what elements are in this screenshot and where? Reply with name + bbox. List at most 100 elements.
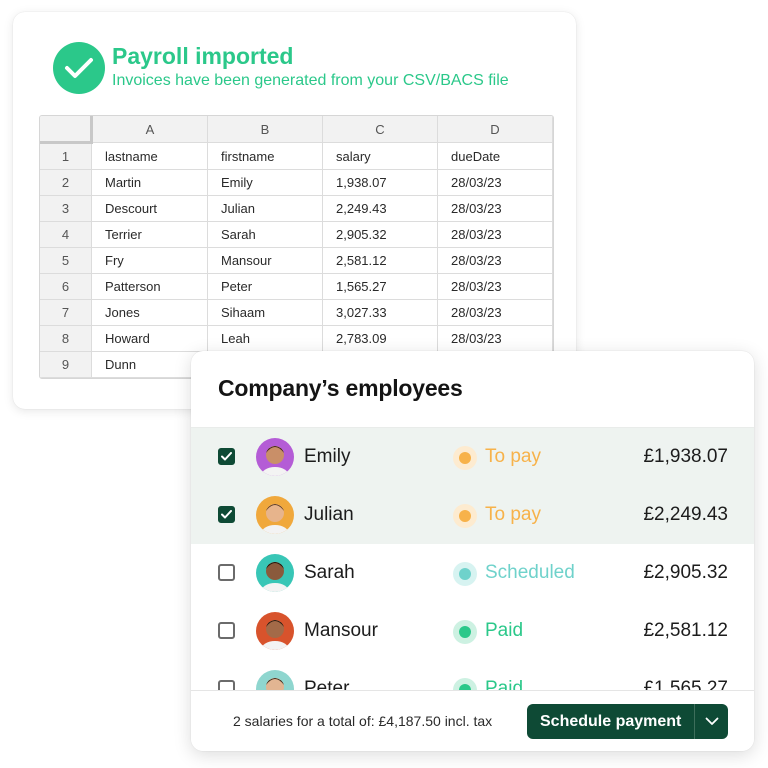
sheet-cell: 28/03/23 bbox=[437, 299, 553, 326]
salary-amount: £1,938.07 bbox=[643, 446, 728, 467]
sheet-cell: Jones bbox=[91, 299, 208, 326]
sheet-cell: Julian bbox=[207, 195, 323, 222]
checkmark-icon bbox=[53, 42, 105, 94]
import-subtitle: Invoices have been generated from your C… bbox=[112, 72, 509, 89]
employee-checkbox[interactable] bbox=[218, 564, 235, 581]
sheet-cell: 2,249.43 bbox=[322, 195, 438, 222]
sheet-row: 6 Patterson Peter 1,565.27 28/03/23 bbox=[40, 273, 553, 300]
row-number: 7 bbox=[40, 299, 92, 326]
employee-checkbox[interactable] bbox=[218, 448, 235, 465]
avatar bbox=[256, 612, 294, 650]
sheet-cell: salary bbox=[322, 142, 438, 170]
check-icon bbox=[221, 510, 232, 519]
sheet-cell: 2,783.09 bbox=[322, 325, 438, 352]
row-number: 3 bbox=[40, 195, 92, 222]
employee-checkbox[interactable] bbox=[218, 506, 235, 523]
import-title: Payroll imported bbox=[112, 43, 294, 69]
sheet-cell: 28/03/23 bbox=[437, 325, 553, 352]
employee-name: Julian bbox=[304, 504, 354, 525]
check-icon bbox=[221, 452, 232, 461]
sheet-row: 1 lastname firstname salary dueDate bbox=[40, 142, 553, 170]
sheet-corner-cell bbox=[40, 116, 93, 144]
payment-status: Scheduled bbox=[485, 562, 575, 583]
column-header: D bbox=[437, 116, 553, 143]
status-dot-icon bbox=[453, 620, 477, 644]
employee-name: Mansour bbox=[304, 620, 378, 641]
sheet-row: 7 Jones Sihaam 3,027.33 28/03/23 bbox=[40, 299, 553, 326]
avatar bbox=[256, 554, 294, 592]
sheet-cell: Peter bbox=[207, 273, 323, 300]
avatar bbox=[256, 670, 294, 692]
sheet-cell: Terrier bbox=[91, 221, 208, 248]
row-number: 4 bbox=[40, 221, 92, 248]
status-dot-icon bbox=[453, 562, 477, 586]
row-number: 5 bbox=[40, 247, 92, 274]
avatar bbox=[256, 496, 294, 534]
payment-options-dropdown-button[interactable] bbox=[695, 704, 728, 739]
spreadsheet-preview: A B C D 1 lastname firstname salary dueDate 2… bbox=[39, 115, 554, 379]
sheet-cell: Descourt bbox=[91, 195, 208, 222]
row-number: 1 bbox=[40, 142, 92, 170]
sheet-cell: Sarah bbox=[207, 221, 323, 248]
status-dot-icon bbox=[453, 504, 477, 528]
payment-status: To pay bbox=[485, 504, 541, 525]
sheet-cell: dueDate bbox=[437, 142, 553, 170]
sheet-cell: firstname bbox=[207, 142, 323, 170]
import-summary-card: Payroll imported Invoices have been gene… bbox=[13, 12, 576, 409]
sheet-cell: Emily bbox=[207, 169, 323, 196]
salary-amount: £2,581.12 bbox=[643, 620, 728, 641]
employee-name: Emily bbox=[304, 446, 351, 467]
employee-row[interactable]: Julian To pay £2,249.43 bbox=[191, 486, 754, 544]
sheet-cell: Patterson bbox=[91, 273, 208, 300]
column-header: B bbox=[207, 116, 323, 143]
row-number: 9 bbox=[40, 351, 92, 378]
column-header: C bbox=[322, 116, 438, 143]
status-dot-icon bbox=[453, 446, 477, 470]
payment-status: Paid bbox=[485, 620, 524, 641]
sheet-cell: 28/03/23 bbox=[437, 169, 553, 196]
employee-row[interactable]: Peter Paid £1,565.27 bbox=[191, 660, 754, 692]
employee-row[interactable]: Emily To pay £1,938.07 bbox=[191, 428, 754, 486]
sheet-cell: Mansour bbox=[207, 247, 323, 274]
salary-amount: £2,905.32 bbox=[643, 562, 728, 583]
employee-list[interactable]: Emily To pay £1,938.07 Julian To pay £2,249.4… bbox=[191, 427, 754, 692]
sheet-row: 5 Fry Mansour 2,581.12 28/03/23 bbox=[40, 247, 553, 274]
sheet-cell: Fry bbox=[91, 247, 208, 274]
sheet-cell: 28/03/23 bbox=[437, 273, 553, 300]
sheet-row: 3 Descourt Julian 2,249.43 28/03/23 bbox=[40, 195, 553, 222]
sheet-cell: Howard bbox=[91, 325, 208, 352]
sheet-cell: 1,565.27 bbox=[322, 273, 438, 300]
payment-total-text: 2 salaries for a total of: £4,187.50 inc… bbox=[233, 713, 493, 729]
employee-checkbox[interactable] bbox=[218, 622, 235, 639]
row-number: 6 bbox=[40, 273, 92, 300]
sheet-cell: 28/03/23 bbox=[437, 221, 553, 248]
sheet-cell: lastname bbox=[91, 142, 208, 170]
sheet-row: 4 Terrier Sarah 2,905.32 28/03/23 bbox=[40, 221, 553, 248]
employees-card: Company’s employees Emily To pay £1,938.07… bbox=[191, 351, 754, 751]
sheet-row: 8 Howard Leah 2,783.09 28/03/23 bbox=[40, 325, 553, 352]
sheet-cell: 1,938.07 bbox=[322, 169, 438, 196]
employee-name: Sarah bbox=[304, 562, 355, 583]
row-number: 2 bbox=[40, 169, 92, 196]
payment-footer: 2 salaries for a total of: £4,187.50 inc… bbox=[191, 690, 754, 751]
chevron-down-icon bbox=[705, 717, 719, 725]
salary-amount: £2,249.43 bbox=[643, 504, 728, 525]
schedule-payment-button[interactable]: Schedule payment bbox=[527, 704, 696, 739]
sheet-cell: 28/03/23 bbox=[437, 195, 553, 222]
employee-row[interactable]: Sarah Scheduled £2,905.32 bbox=[191, 544, 754, 602]
column-header: A bbox=[91, 116, 208, 143]
sheet-cell: 3,027.33 bbox=[322, 299, 438, 326]
sheet-cell: 2,581.12 bbox=[322, 247, 438, 274]
sheet-cell: Martin bbox=[91, 169, 208, 196]
employees-title: Company’s employees bbox=[218, 375, 463, 401]
employee-row[interactable]: Mansour Paid £2,581.12 bbox=[191, 602, 754, 660]
sheet-cell: Leah bbox=[207, 325, 323, 352]
sheet-row: 2 Martin Emily 1,938.07 28/03/23 bbox=[40, 169, 553, 196]
avatar bbox=[256, 438, 294, 476]
sheet-cell: Sihaam bbox=[207, 299, 323, 326]
sheet-cell: 2,905.32 bbox=[322, 221, 438, 248]
schedule-payment-button-group: Schedule payment bbox=[527, 704, 729, 739]
sheet-cell: 28/03/23 bbox=[437, 247, 553, 274]
row-number: 8 bbox=[40, 325, 92, 352]
payment-status: To pay bbox=[485, 446, 541, 467]
